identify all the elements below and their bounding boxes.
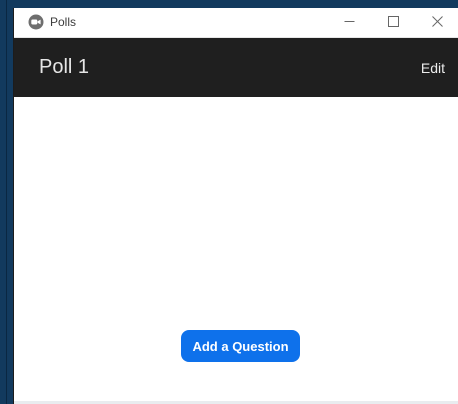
add-question-button[interactable]: Add a Question <box>181 330 300 362</box>
desktop-background-left <box>0 0 13 404</box>
poll-header: Poll 1 Edit <box>14 38 458 97</box>
close-button[interactable] <box>415 8 458 37</box>
polls-window: Polls Poll 1 Edit Add a Question <box>13 8 458 404</box>
maximize-button[interactable] <box>371 8 415 37</box>
minimize-button[interactable] <box>327 8 371 37</box>
minimize-icon <box>344 14 355 32</box>
close-icon <box>431 14 443 32</box>
desktop-edge-line <box>6 0 7 404</box>
maximize-icon <box>387 14 399 32</box>
window-title: Polls <box>50 15 77 29</box>
zoom-polls-icon <box>28 14 44 30</box>
poll-content-area: Add a Question <box>14 97 458 404</box>
poll-title: Poll 1 <box>39 56 90 78</box>
desktop-background-top <box>0 0 458 8</box>
title-bar[interactable]: Polls <box>14 8 458 38</box>
edit-button[interactable]: Edit <box>421 60 445 76</box>
